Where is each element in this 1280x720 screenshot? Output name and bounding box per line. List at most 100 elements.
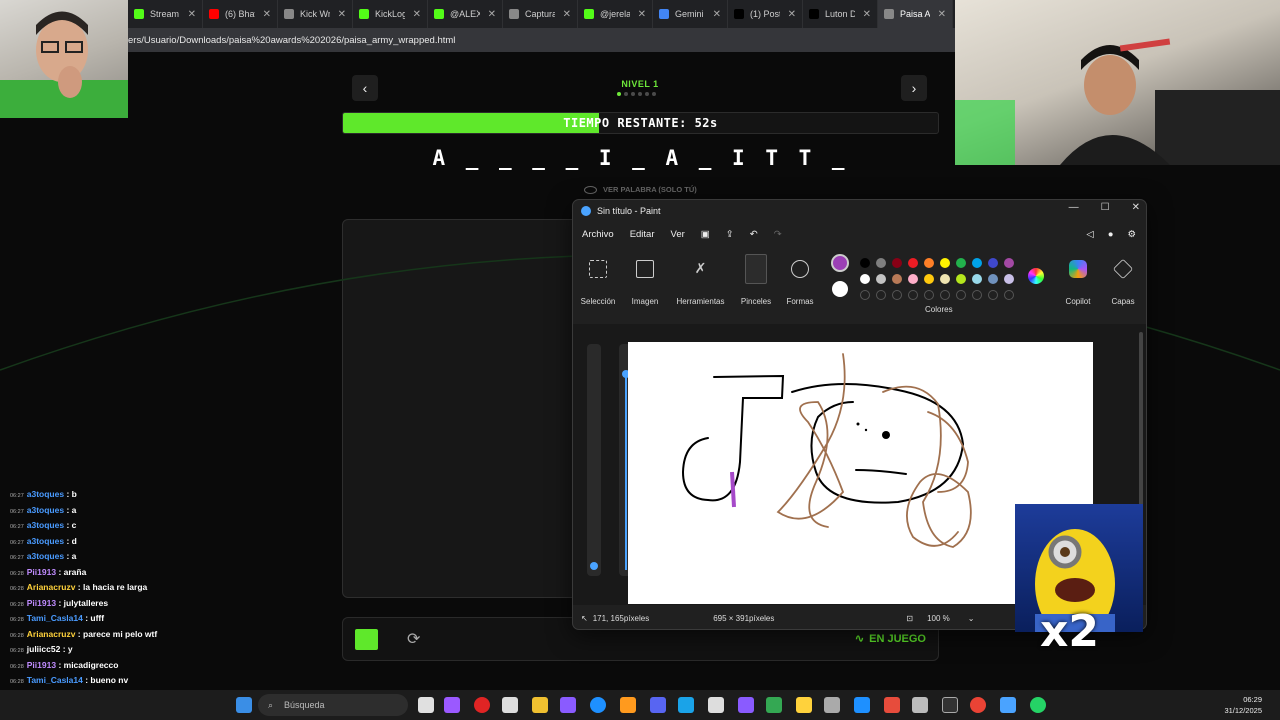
app-icon-1[interactable] [678, 697, 694, 713]
prev-level-button[interactable]: ‹ [352, 75, 378, 101]
palette-swatch[interactable] [908, 258, 918, 268]
palette-swatch[interactable] [908, 274, 918, 284]
zoom-level[interactable]: 100 % [927, 614, 950, 623]
terminal-icon[interactable] [942, 697, 958, 713]
copilot-button[interactable]: Copilot [1053, 260, 1103, 306]
chat-username[interactable]: Tami_Casla14 [27, 675, 83, 685]
copilot-taskbar-icon[interactable] [444, 697, 460, 713]
chat-username[interactable]: Pii1913 [27, 660, 56, 670]
layers-button[interactable]: Capas [1098, 258, 1146, 306]
tool-seleccion[interactable]: Selección [573, 260, 623, 306]
chat-username[interactable]: Arianacruzv [27, 629, 76, 639]
vlc-icon[interactable] [620, 697, 636, 713]
app-icon-4[interactable] [824, 697, 840, 713]
whatsapp-icon[interactable] [1030, 697, 1046, 713]
browser-tab[interactable]: Kick Wrapp ✕ [278, 0, 353, 28]
tab-close-icon[interactable]: ✕ [713, 9, 721, 20]
browser-tab[interactable]: Luton Dow ✕ [803, 0, 878, 28]
tool-herramientas[interactable]: ✗ Herramientas [673, 260, 728, 306]
task-view-icon[interactable] [418, 697, 434, 713]
palette-swatch[interactable] [940, 258, 950, 268]
palette-swatch[interactable] [988, 274, 998, 284]
tab-close-icon[interactable]: ✕ [488, 9, 496, 20]
fit-icon[interactable]: ⊡ [906, 614, 913, 623]
palette-swatch[interactable] [876, 258, 886, 268]
discord-icon[interactable] [650, 697, 666, 713]
ccleaner-icon[interactable] [708, 697, 724, 713]
empty-swatch[interactable] [876, 290, 886, 300]
close-button[interactable]: ✕ [1132, 202, 1140, 213]
palette-swatch[interactable] [972, 258, 982, 268]
empty-swatch[interactable] [908, 290, 918, 300]
menu-archivo[interactable]: Archivo [582, 227, 614, 242]
selected-color-2[interactable] [832, 281, 848, 297]
chat-username[interactable]: Arianacruzv [27, 582, 76, 592]
tool-imagen[interactable]: Imagen [620, 260, 670, 306]
size-slider-handle[interactable] [590, 562, 598, 570]
empty-swatch[interactable] [956, 290, 966, 300]
settings-icon[interactable]: ⚙ [1127, 229, 1136, 240]
app-icon-3[interactable] [766, 697, 782, 713]
palette-swatch[interactable] [876, 274, 886, 284]
browser-tab[interactable]: Paisa Arm ✕ [878, 0, 953, 28]
browser-tab[interactable]: Captura de ✕ [503, 0, 578, 28]
zoom-dropdown-icon[interactable]: ⌄ [968, 614, 975, 623]
tab-close-icon[interactable]: ✕ [188, 9, 196, 20]
save-icon[interactable]: ▣ [701, 229, 710, 240]
color-picker-icon[interactable] [1028, 268, 1044, 284]
start-icon[interactable] [236, 697, 252, 713]
announce-icon[interactable]: ◁ [1086, 229, 1093, 240]
palette-swatch[interactable] [860, 258, 870, 268]
palette-swatch[interactable] [988, 258, 998, 268]
app-icon-7[interactable] [1000, 697, 1016, 713]
browser-tab[interactable]: KickLogz - ✕ [353, 0, 428, 28]
app-icon-5[interactable] [854, 697, 870, 713]
palette-swatch[interactable] [860, 274, 870, 284]
palette-swatch[interactable] [972, 274, 982, 284]
tab-close-icon[interactable]: ✕ [413, 9, 421, 20]
file-explorer-icon[interactable] [532, 697, 548, 713]
tab-close-icon[interactable]: ✕ [338, 9, 346, 20]
size-slider[interactable] [587, 344, 601, 576]
app-icon-2[interactable] [738, 697, 754, 713]
redo-icon[interactable]: ↷ [774, 229, 782, 240]
share-icon[interactable]: ⇪ [726, 229, 734, 240]
gear-app-icon[interactable] [912, 697, 928, 713]
selected-color-1[interactable] [831, 254, 849, 272]
browser-tab[interactable]: Gemini ✕ [653, 0, 728, 28]
palette-swatch[interactable] [892, 274, 902, 284]
empty-swatch[interactable] [892, 290, 902, 300]
chat-username[interactable]: a3toques [27, 520, 64, 530]
edge-icon[interactable] [590, 697, 606, 713]
browser-tab[interactable]: @ALEXISPA ✕ [428, 0, 503, 28]
taskbar-clock[interactable]: 06:29 31/12/2025 [1224, 694, 1262, 716]
tab-close-icon[interactable]: ✕ [638, 9, 646, 20]
minimize-button[interactable]: — [1069, 202, 1079, 213]
browser-tab[interactable]: @jerelalan ✕ [578, 0, 653, 28]
chat-username[interactable]: Pii1913 [27, 567, 56, 577]
palette-swatch[interactable] [956, 258, 966, 268]
palette-swatch[interactable] [924, 274, 934, 284]
palette-swatch[interactable] [924, 258, 934, 268]
notes-icon[interactable] [796, 697, 812, 713]
empty-swatch[interactable] [940, 290, 950, 300]
palette-swatch[interactable] [956, 274, 966, 284]
store-icon[interactable] [502, 697, 518, 713]
tool-formas[interactable]: Formas [775, 260, 825, 306]
account-icon[interactable]: ● [1108, 229, 1114, 240]
refresh-icon[interactable]: ⟳ [407, 629, 420, 649]
browser-tab[interactable]: Stream - Ki ✕ [128, 0, 203, 28]
reveal-word-button[interactable]: VER PALABRA (SOLO TÚ) [584, 185, 697, 194]
menu-ver[interactable]: Ver [671, 227, 685, 242]
empty-swatch[interactable] [924, 290, 934, 300]
empty-swatch[interactable] [988, 290, 998, 300]
browser-tab[interactable]: (1) Posts co ✕ [728, 0, 803, 28]
tab-close-icon[interactable]: ✕ [563, 9, 571, 20]
tool-pinceles[interactable]: Pinceles [731, 254, 781, 306]
chat-username[interactable]: a3toques [27, 505, 64, 515]
chat-username[interactable]: Pii1913 [27, 598, 56, 608]
chat-username[interactable]: a3toques [27, 489, 64, 499]
chat-username[interactable]: a3toques [27, 551, 64, 561]
palette-swatch[interactable] [1004, 274, 1014, 284]
chat-username[interactable]: juliicc52 [27, 644, 61, 654]
